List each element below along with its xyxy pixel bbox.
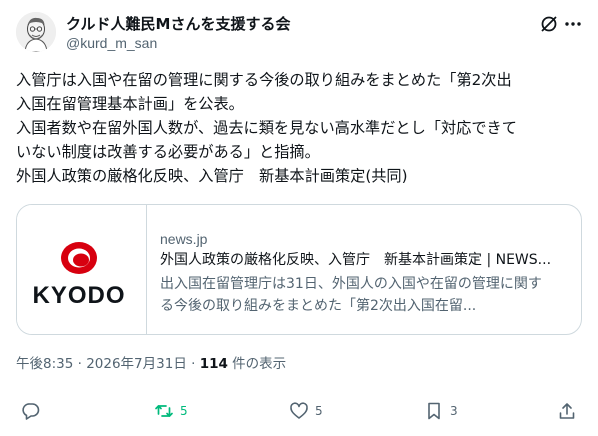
card-description: 出入国在留管理庁は31日、外国人の入国や在留の管理に関す る今後の取り組みをまと…: [160, 273, 570, 317]
like-count: 5: [315, 404, 323, 418]
kyodo-logo-text: KYODO: [32, 282, 125, 309]
post-text-line: 外国人政策の厳格化反映、入管庁 新基本計画策定(共同): [16, 167, 408, 185]
post-text-line: 入管庁は入国や在留の管理に関する今後の取り組みをまとめた「第2次出: [16, 71, 512, 89]
card-description-line: る今後の取り組みをまとめた「第2次出入国在留...: [160, 298, 477, 314]
share-icon: [559, 403, 575, 419]
grok-icon[interactable]: [537, 12, 561, 36]
kyodo-logo: KYODO: [32, 242, 125, 309]
grok-icon-glyph: [541, 16, 557, 32]
timestamp[interactable]: 午後8:35 · 2026年7月31日 ·: [16, 356, 200, 372]
views-count: 114: [199, 356, 228, 372]
heart-icon: [290, 402, 308, 419]
link-preview-card[interactable]: KYODO news.jp 外国人政策の厳格化反映、入管庁 新基本計画策定 | …: [16, 204, 582, 335]
post-text-line: いない制度は改善する必要がある」と指摘。: [16, 143, 320, 161]
card-description-line: 出入国在留管理庁は31日、外国人の入国や在留の管理に関す: [160, 276, 542, 292]
card-title: 外国人政策の厳格化反映、入管庁 新基本計画策定 | NEWS...: [160, 252, 552, 268]
post-container: クルド人難民Mさんを支援する会 @kurd_m_san 入管庁は入国や在留の管理…: [0, 0, 598, 436]
post-meta: 午後8:35 · 2026年7月31日 · 114 件の表示: [16, 352, 286, 372]
avatar[interactable]: [16, 12, 56, 52]
retweet-icon: [155, 405, 173, 417]
card-thumbnail: KYODO: [17, 205, 147, 334]
avatar-image: [16, 12, 56, 52]
reply-icon: [22, 403, 40, 420]
post-text-line: 入国在留管理基本計画」を公表。: [16, 95, 244, 113]
author-name[interactable]: クルド人難民Mさんを支援する会: [66, 13, 290, 34]
bookmark-button[interactable]: 3: [424, 399, 458, 423]
more-dots-glyph: [565, 22, 581, 26]
bookmark-icon: [428, 402, 440, 420]
post-text-line: 入国者数や在留外国人数が、過去に類を見ない高水準だとし「対応できて: [16, 119, 517, 137]
retweet-button[interactable]: 5: [154, 399, 188, 423]
reply-button[interactable]: [21, 399, 47, 423]
retweet-count: 5: [180, 404, 188, 418]
like-button[interactable]: 5: [289, 399, 323, 423]
author-handle[interactable]: @kurd_m_san: [66, 35, 157, 51]
views-label: 件の表示: [227, 356, 287, 372]
post-text: 入管庁は入国や在留の管理に関する今後の取り組みをまとめた「第2次出 入国在留管理…: [16, 68, 586, 188]
bookmark-count: 3: [450, 404, 458, 418]
share-button[interactable]: [557, 399, 577, 423]
card-domain: news.jp: [160, 231, 208, 247]
more-options-icon[interactable]: [561, 12, 585, 36]
